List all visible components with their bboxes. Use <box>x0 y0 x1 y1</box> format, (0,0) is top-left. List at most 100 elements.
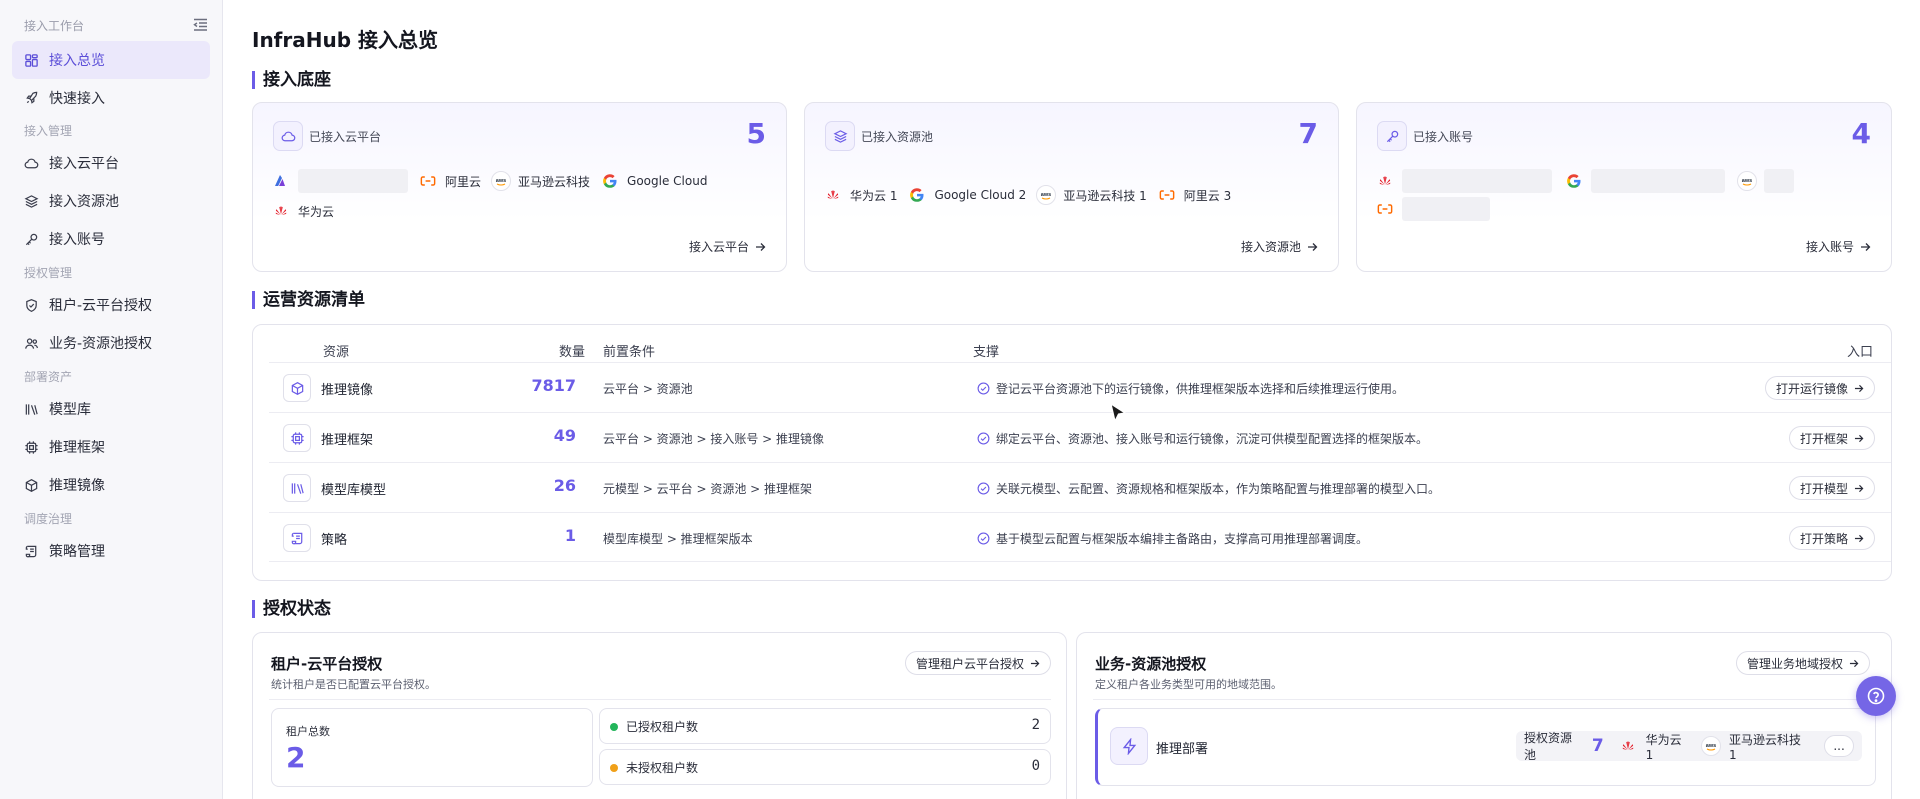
resource-support: 登记云平台资源池下的运行镜像，供推理框架版本选择和后续推理运行使用。 <box>977 380 1404 397</box>
more-pools-button[interactable]: ... <box>1824 735 1854 757</box>
sidebar-item-quick[interactable]: 快速接入 <box>12 79 210 117</box>
sidebar-item-account[interactable]: 接入账号 <box>12 220 210 258</box>
card-subtitle: 定义租户各业务类型可用的地域范围。 <box>1095 678 1282 691</box>
column-header-resource: 资源 <box>323 345 350 360</box>
resource-name: 推理镜像 <box>321 383 374 398</box>
sidebar-item-pool[interactable]: 接入资源池 <box>12 182 210 220</box>
mouse-cursor-icon <box>1109 402 1127 427</box>
provider-name: 华为云 <box>298 204 335 219</box>
masked-text <box>1402 169 1552 193</box>
provider-name: 华为云 1 <box>850 188 898 203</box>
open-image-button[interactable]: 打开运行镜像 <box>1764 376 1875 400</box>
access-account-link[interactable]: 接入账号 <box>1806 238 1871 255</box>
unauthorized-stat: 未授权租户数 0 <box>599 749 1051 785</box>
business-name: 推理部署 <box>1156 742 1209 757</box>
status-dot-green <box>610 723 618 731</box>
help-icon <box>1867 687 1885 705</box>
provider-name: 亚马逊云科技 <box>518 174 591 189</box>
sidebar-item-model-lib[interactable]: 模型库 <box>12 390 210 428</box>
sidebar-group-auth: 授权管理 <box>24 266 73 280</box>
key-icon <box>25 233 38 245</box>
business-row[interactable]: 推理部署 授权资源池 7 华为云 1 aws 亚马逊云科技 1 ... <box>1095 708 1876 786</box>
manage-tenant-auth-button[interactable]: 管理租户云平台授权 <box>905 651 1052 675</box>
access-pool-link[interactable]: 接入资源池 <box>1241 238 1318 255</box>
open-framework-button[interactable]: 打开框架 <box>1788 426 1875 450</box>
dashboard-icon <box>25 53 38 67</box>
sidebar: 接入工作台 接入总览 快速接入 接入管理 接入云平台 接入资源池 接入账号 授权… <box>0 0 223 799</box>
google-logo-icon <box>1564 171 1584 191</box>
sidebar-item-image[interactable]: 推理镜像 <box>12 466 210 504</box>
collapse-sidebar-button[interactable] <box>190 14 210 34</box>
unauthorized-value: 0 <box>1031 758 1040 774</box>
support-text: 关联元模型、云配置、资源规格和框架版本，作为策略配置与推理部署的模型入口。 <box>996 482 1441 496</box>
open-model-button[interactable]: 打开模型 <box>1788 476 1875 500</box>
aws-logo-icon: aws <box>1036 185 1057 205</box>
resource-table: 资源 数量 前置条件 支撑 入口 推理镜像 7817 云平台 > 资源池 登记云… <box>252 324 1892 581</box>
arrow-right-icon <box>1854 484 1864 492</box>
tenant-total-box: 租户总数 2 <box>271 708 593 787</box>
scroll-icon <box>25 545 37 557</box>
help-button[interactable] <box>1856 676 1896 716</box>
provider-name: 阿里云 3 <box>1183 188 1232 203</box>
provider-chip: 阿里云 3 <box>1157 183 1231 207</box>
card-icon-box <box>1377 121 1407 151</box>
cloud-platform-card: 已接入云平台 5 阿里云 aws 亚马逊云科技 Google Cloud 华为云 <box>252 102 787 272</box>
card-label: 已接入资源池 <box>861 130 934 144</box>
provider-name: 阿里云 <box>445 174 482 189</box>
check-circle-icon <box>977 482 990 495</box>
sidebar-item-label: 接入资源池 <box>49 194 119 210</box>
main-content: InfraHub 接入总览 接入底座 已接入云平台 5 阿里云 aws 亚马逊云… <box>224 0 1920 799</box>
resource-support: 绑定云平台、资源池、接入账号和运行镜像，沉淀可供模型配置选择的框架版本。 <box>977 430 1428 447</box>
cloud-icon <box>281 131 295 141</box>
google-logo-icon <box>907 185 927 205</box>
sidebar-item-tenant-auth[interactable]: 租户-云平台授权 <box>12 286 210 324</box>
resource-count: 7817 <box>531 376 576 395</box>
sidebar-item-framework[interactable]: 推理框架 <box>12 428 210 466</box>
tenant-auth-card: 租户-云平台授权 统计租户是否已配置云平台授权。 管理租户云平台授权 租户总数 … <box>252 632 1067 799</box>
button-label: 管理业务地域授权 <box>1747 656 1844 671</box>
account-chip-masked <box>1564 169 1725 193</box>
check-circle-icon <box>977 382 990 395</box>
chip-icon <box>25 440 38 454</box>
cloud-icon <box>24 158 39 168</box>
biz-auth-card: 业务-资源池授权 定义租户各业务类型可用的地域范围。 管理业务地域授权 推理部署… <box>1076 632 1892 799</box>
resource-icon-box <box>283 424 311 452</box>
card-label: 已接入账号 <box>1413 130 1474 144</box>
section-title-auth: 授权状态 <box>252 600 331 618</box>
sidebar-item-label: 接入账号 <box>49 232 105 248</box>
library-icon <box>291 482 304 494</box>
sidebar-item-label: 租户-云平台授权 <box>49 298 153 314</box>
sidebar-item-policy[interactable]: 策略管理 <box>12 532 210 570</box>
arrow-right-icon <box>1854 384 1864 392</box>
manage-biz-auth-button[interactable]: 管理业务地域授权 <box>1736 651 1871 675</box>
account-chip-masked <box>1375 169 1552 193</box>
card-title: 业务-资源池授权 <box>1095 655 1207 673</box>
pool-count: 7 <box>1591 736 1604 756</box>
sidebar-item-label: 快速接入 <box>49 91 105 107</box>
sidebar-item-label: 模型库 <box>49 402 91 418</box>
account-chip-masked <box>1375 197 1490 221</box>
resource-name: 策略 <box>321 533 348 548</box>
huawei-logo-icon <box>823 185 843 205</box>
sidebar-item-overview[interactable]: 接入总览 <box>12 41 210 79</box>
support-text: 登记云平台资源池下的运行镜像，供推理框架版本选择和后续推理运行使用。 <box>996 382 1405 396</box>
resource-pool-count: 7 <box>1298 117 1318 150</box>
card-icon-box <box>273 121 303 151</box>
cloud-platform-count: 5 <box>746 117 766 150</box>
sidebar-item-biz-auth[interactable]: 业务-资源池授权 <box>12 324 210 362</box>
status-dot-orange <box>610 764 618 772</box>
aws-logo-icon: aws <box>1700 736 1721 756</box>
authorized-stat: 已授权租户数 2 <box>599 708 1051 744</box>
aliyun-logo-icon <box>1157 185 1177 205</box>
sidebar-item-label: 推理框架 <box>49 440 105 456</box>
account-count: 4 <box>1851 117 1871 150</box>
pool-summary: 授权资源池 7 华为云 1 aws 亚马逊云科技 1 ... <box>1516 731 1862 762</box>
access-cloud-link[interactable]: 接入云平台 <box>689 238 766 255</box>
sidebar-group-deploy: 部署资产 <box>24 370 73 384</box>
section-title-resources: 运营资源清单 <box>252 291 365 309</box>
button-label: 打开模型 <box>1799 481 1848 496</box>
sidebar-item-cloud[interactable]: 接入云平台 <box>12 144 210 182</box>
package-icon <box>25 478 38 492</box>
open-policy-button[interactable]: 打开策略 <box>1788 526 1875 550</box>
link-label: 接入云平台 <box>688 240 749 254</box>
